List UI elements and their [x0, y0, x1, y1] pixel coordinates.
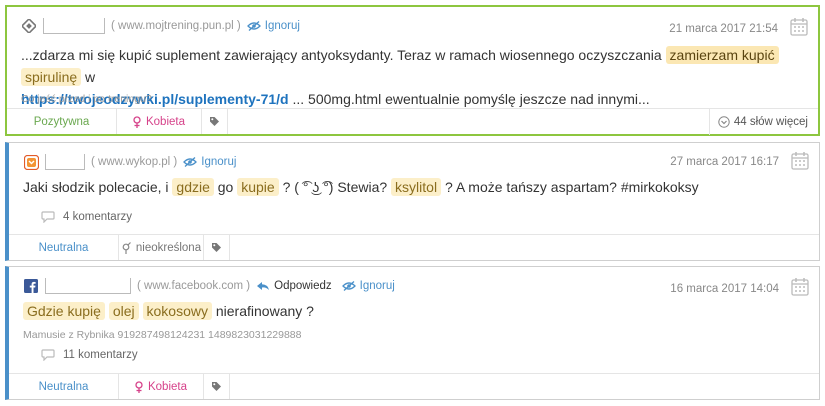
comments-count: 11 komentarzy: [63, 349, 138, 361]
keyword-highlight: Gdzie kupię: [23, 302, 105, 320]
ignore-eye-icon: [183, 157, 198, 167]
mention-footer: Neutralna nieokreślona: [9, 234, 819, 260]
mention-card: ( www.mojtrening.pun.pl ) Ignoruj 21 mar…: [5, 5, 820, 136]
mention-header: ( www.wykop.pl ) Ignoruj: [23, 153, 246, 171]
mention-footer: Pozytywna Kobieta 44 słów więcej: [7, 108, 818, 135]
mention-header: ( www.facebook.com ) Odpowiedz Ignoruj: [23, 277, 405, 295]
mention-card: ( www.facebook.com ) Odpowiedz Ignoruj 1…: [5, 266, 820, 400]
sentiment-button[interactable]: Neutralna: [9, 235, 119, 260]
comments-button[interactable]: 4 komentarzy: [41, 211, 132, 223]
keyword-highlight: zamierzam kupić: [665, 46, 779, 64]
source-site[interactable]: ( www.mojtrening.pun.pl ): [111, 20, 241, 32]
more-words-label: 44 słów więcej: [733, 116, 808, 128]
wykop-icon: [23, 154, 39, 170]
keyword-highlight: olej: [108, 302, 139, 320]
gender-button[interactable]: nieokreślona: [119, 235, 204, 260]
mention-date: 27 marca 2017 16:17: [670, 156, 779, 168]
source-site[interactable]: ( www.wykop.pl ): [91, 156, 177, 168]
keyword-highlight: ksylitol: [391, 178, 442, 196]
tag-icon: [211, 242, 222, 253]
sentiment-button[interactable]: Pozytywna: [7, 109, 117, 134]
tag-button[interactable]: [204, 235, 230, 260]
tag-button[interactable]: [202, 109, 228, 134]
calendar-icon[interactable]: [790, 17, 808, 36]
gender-label: nieokreślona: [135, 241, 202, 254]
keyword-highlight: kupie: [237, 178, 279, 196]
reply-icon: [256, 280, 270, 292]
ignore-eye-icon: [246, 21, 261, 31]
mention-card: ( www.wykop.pl ) Ignoruj 27 marca 2017 1…: [5, 142, 820, 261]
keyword-highlight: gdzie: [172, 178, 214, 196]
calendar-icon[interactable]: [791, 151, 809, 170]
comments-count: 4 komentarzy: [63, 211, 133, 223]
ignore-label: Ignoruj: [264, 20, 300, 32]
ignore-label: Ignoruj: [201, 156, 237, 168]
tag-icon: [211, 381, 222, 392]
sentiment-button[interactable]: Neutralna: [9, 374, 119, 399]
ignore-button[interactable]: Ignoruj: [246, 20, 300, 32]
ignore-label: Ignoruj: [359, 280, 395, 292]
mention-date: 16 marca 2017 14:04: [670, 283, 779, 295]
comments-button[interactable]: 11 komentarzy: [41, 349, 138, 361]
mention-text: Gdzie kupię olej kokosowy nierafinowany …: [23, 300, 805, 322]
ignore-button[interactable]: Ignoruj: [341, 280, 395, 292]
comment-icon: [41, 349, 55, 361]
more-words-button[interactable]: 44 słów więcej: [708, 109, 808, 135]
chevron-circle-icon: [718, 116, 730, 128]
gender-unknown-icon: [121, 241, 131, 254]
facebook-icon: [23, 278, 39, 294]
source-icon: [21, 18, 37, 34]
author-name[interactable]: [45, 154, 85, 170]
comment-icon: [41, 211, 55, 223]
tag-icon: [209, 116, 220, 127]
female-icon: [133, 115, 141, 128]
keyword-highlight: spirulinę: [21, 68, 82, 86]
mention-text: Jaki słodzik polecacie, i gdzie go kupie…: [23, 178, 699, 196]
ignore-button[interactable]: Ignoruj: [183, 156, 236, 168]
mention-header: ( www.mojtrening.pun.pl ) Ignoruj: [21, 17, 310, 35]
author-name[interactable]: [43, 18, 105, 34]
female-icon: [135, 380, 143, 393]
mention-subtitle: Co jeść przed i po treningu?: [21, 93, 152, 105]
gender-label: Kobieta: [145, 115, 185, 128]
mention-footer: Neutralna Kobieta: [9, 373, 819, 399]
tag-button[interactable]: [204, 374, 230, 399]
calendar-icon[interactable]: [791, 277, 809, 296]
mention-subtitle: Mamusie z Rybnika 919287498124231 148982…: [23, 329, 302, 341]
gender-button[interactable]: Kobieta: [119, 374, 204, 399]
keyword-highlight: kokosowy: [142, 302, 212, 320]
reply-button[interactable]: Odpowiedz: [256, 280, 332, 292]
source-site[interactable]: ( www.facebook.com ): [137, 280, 250, 292]
reply-label: Odpowiedz: [274, 280, 332, 292]
gender-button[interactable]: Kobieta: [117, 109, 202, 134]
gender-label: Kobieta: [147, 380, 187, 393]
ignore-eye-icon: [341, 281, 356, 291]
mention-date: 21 marca 2017 21:54: [669, 23, 778, 35]
author-name[interactable]: [45, 278, 131, 294]
